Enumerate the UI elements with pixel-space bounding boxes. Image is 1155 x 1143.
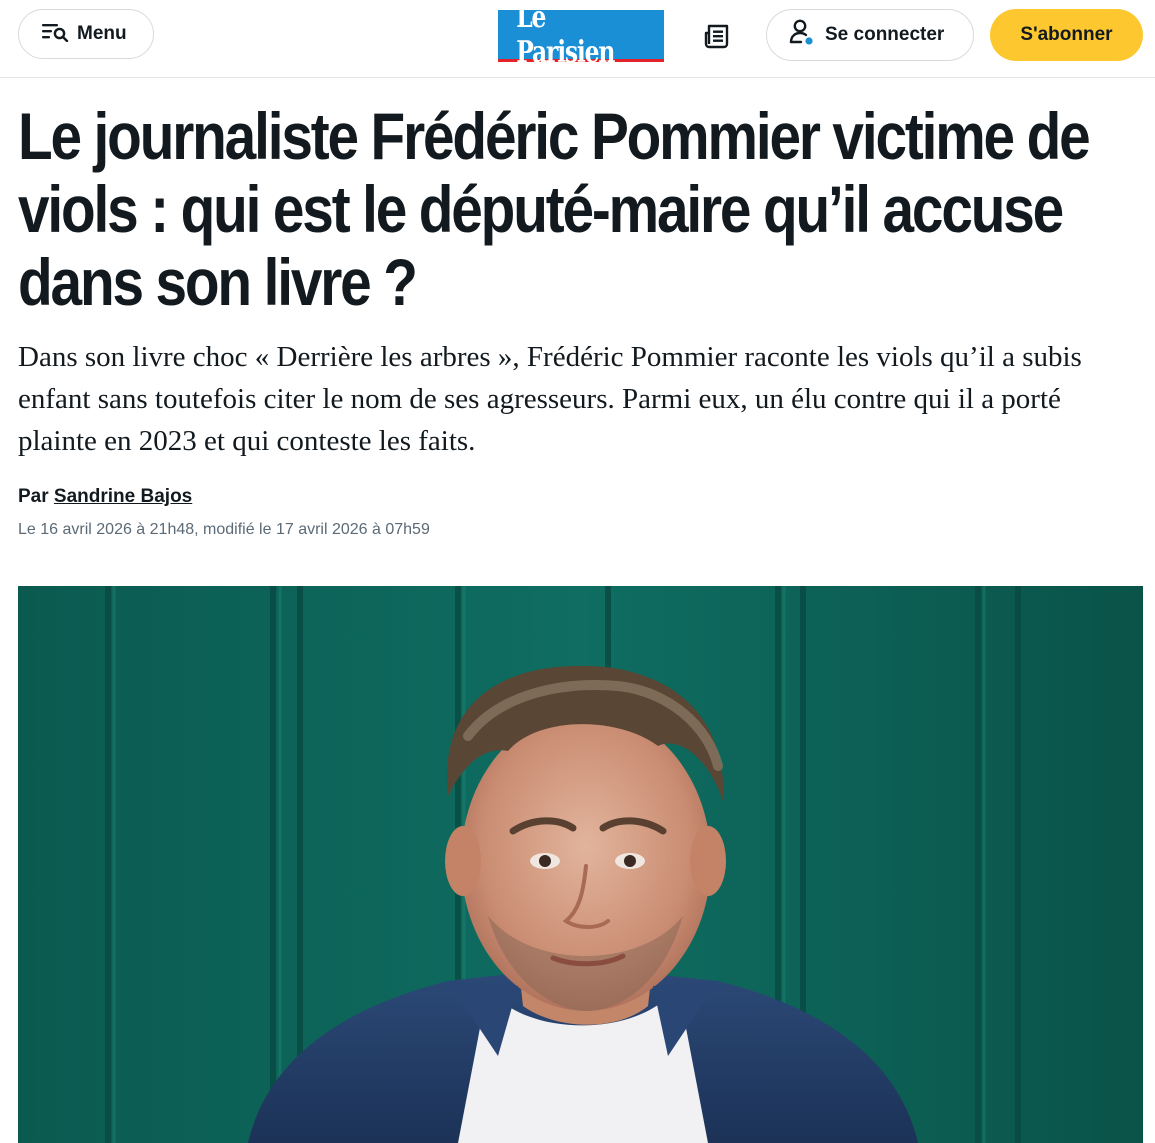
portrait-image xyxy=(18,586,1143,1143)
article-dateline: Le 16 avril 2026 à 21h48, modifié le 17 … xyxy=(18,521,430,538)
login-button[interactable]: Se connecter xyxy=(766,9,974,61)
site-header: Menu Le Parisien Se connecter S'abonner xyxy=(0,0,1155,78)
logo-text: Le Parisien xyxy=(516,0,615,70)
newspaper-icon[interactable] xyxy=(703,22,731,50)
article-lede: Dans son livre choc « Derrière les arbre… xyxy=(18,341,1082,457)
byline-prefix: Par xyxy=(18,486,49,507)
le-parisien-logo[interactable]: Le Parisien xyxy=(498,0,664,70)
login-label: Se connecter xyxy=(825,24,945,45)
article-photo xyxy=(18,586,1143,1143)
menu-label: Menu xyxy=(77,23,127,44)
article-title: Le journaliste Frédéric Pommier victime … xyxy=(18,99,1091,319)
subscribe-label: S'abonner xyxy=(1020,24,1113,45)
menu-search-icon xyxy=(41,20,69,48)
subscribe-button[interactable]: S'abonner xyxy=(990,9,1143,61)
user-icon xyxy=(789,18,815,52)
byline: Par Sandrine Bajos xyxy=(18,486,192,508)
author-link[interactable]: Sandrine Bajos xyxy=(54,486,192,507)
menu-button[interactable]: Menu xyxy=(18,9,154,59)
